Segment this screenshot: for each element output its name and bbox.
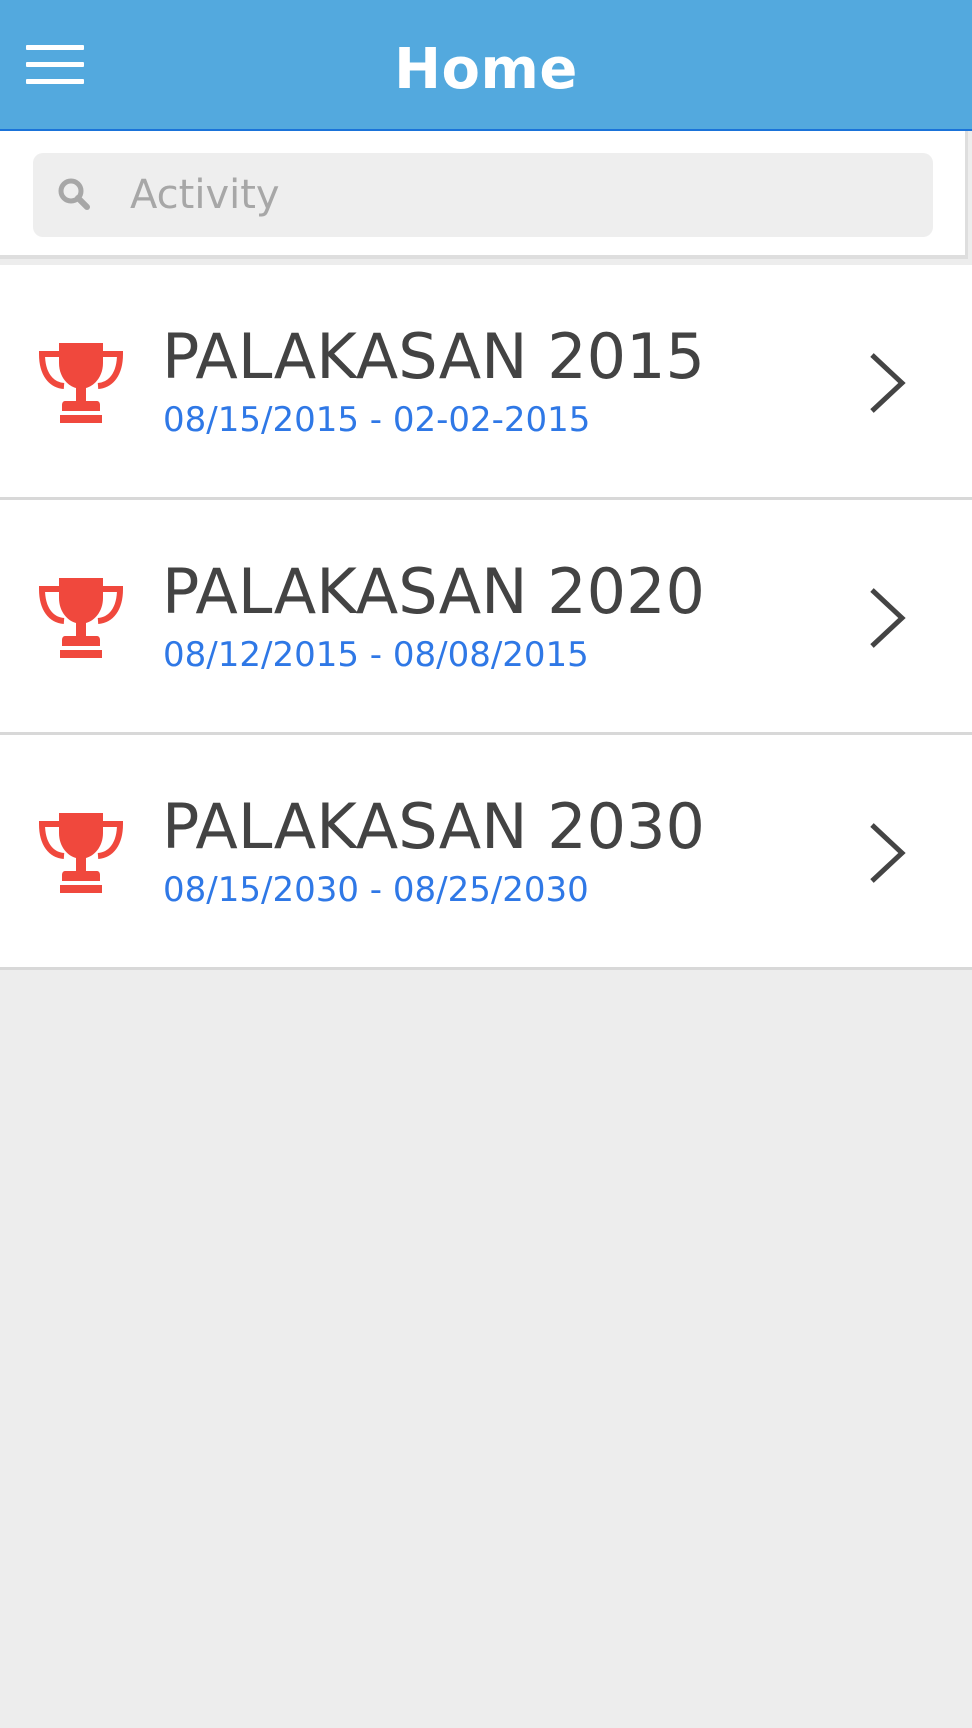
trophy-icon (38, 813, 124, 893)
search-box[interactable] (33, 153, 933, 237)
activity-list: PALAKASAN 2015 08/15/2015 - 02-02-2015 P… (0, 265, 972, 970)
activity-title: PALAKASAN 2015 (162, 320, 705, 393)
activity-title: PALAKASAN 2020 (162, 555, 705, 628)
activity-dates: 08/15/2015 - 02-02-2015 (163, 400, 591, 440)
trophy-icon (38, 578, 124, 658)
list-item[interactable]: PALAKASAN 2015 08/15/2015 - 02-02-2015 (0, 265, 972, 500)
app-bar: Home (0, 0, 972, 131)
trophy-icon (38, 343, 124, 423)
search-input[interactable] (128, 161, 908, 229)
search-panel (0, 131, 968, 259)
chevron-right-icon[interactable] (866, 586, 910, 650)
page-title: Home (394, 37, 578, 102)
activity-dates: 08/12/2015 - 08/08/2015 (163, 635, 589, 675)
search-icon (58, 178, 90, 210)
list-item[interactable]: PALAKASAN 2030 08/15/2030 - 08/25/2030 (0, 735, 972, 970)
chevron-right-icon[interactable] (866, 821, 910, 885)
list-item[interactable]: PALAKASAN 2020 08/12/2015 - 08/08/2015 (0, 500, 972, 735)
chevron-right-icon[interactable] (866, 351, 910, 415)
activity-dates: 08/15/2030 - 08/25/2030 (163, 870, 589, 910)
activity-title: PALAKASAN 2030 (162, 790, 705, 863)
